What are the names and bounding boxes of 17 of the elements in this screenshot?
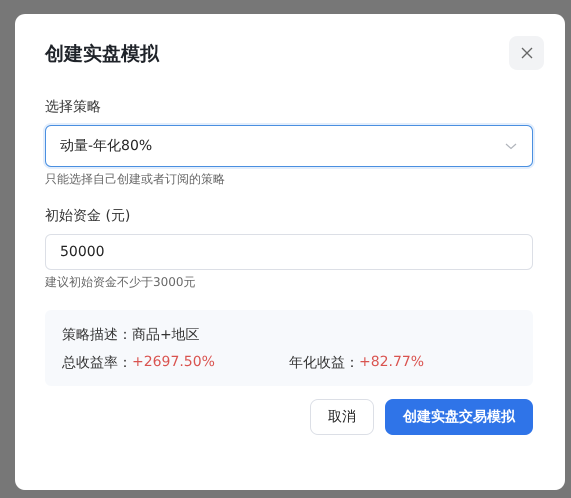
field-label: 初始资金 (元) — [45, 207, 130, 225]
hint-text: 建议初始资金不少于3000元 — [45, 274, 196, 290]
dialog-title: 创建实盘模拟 — [45, 42, 159, 67]
description-text: 商品+地区 — [132, 326, 200, 344]
create-button[interactable]: 创建实盘交易模拟 — [385, 399, 533, 435]
stat-label: 总收益率： — [62, 354, 132, 372]
close-button[interactable] — [509, 36, 544, 70]
input-field[interactable]: 50000 — [45, 234, 533, 270]
stat-label: 年化收益： — [289, 354, 359, 372]
hint-text: 只能选择自己创建或者订阅的策略 — [45, 171, 225, 187]
field-label: 选择策略 — [45, 98, 101, 116]
close-icon — [520, 46, 534, 60]
stat-value: +82.77% — [359, 354, 424, 372]
description-label: 策略描述： — [62, 326, 132, 344]
stat-value: +2697.50% — [132, 354, 215, 372]
select-field[interactable]: 动量-年化80% — [45, 125, 533, 167]
cancel-button[interactable]: 取消 — [310, 399, 374, 435]
